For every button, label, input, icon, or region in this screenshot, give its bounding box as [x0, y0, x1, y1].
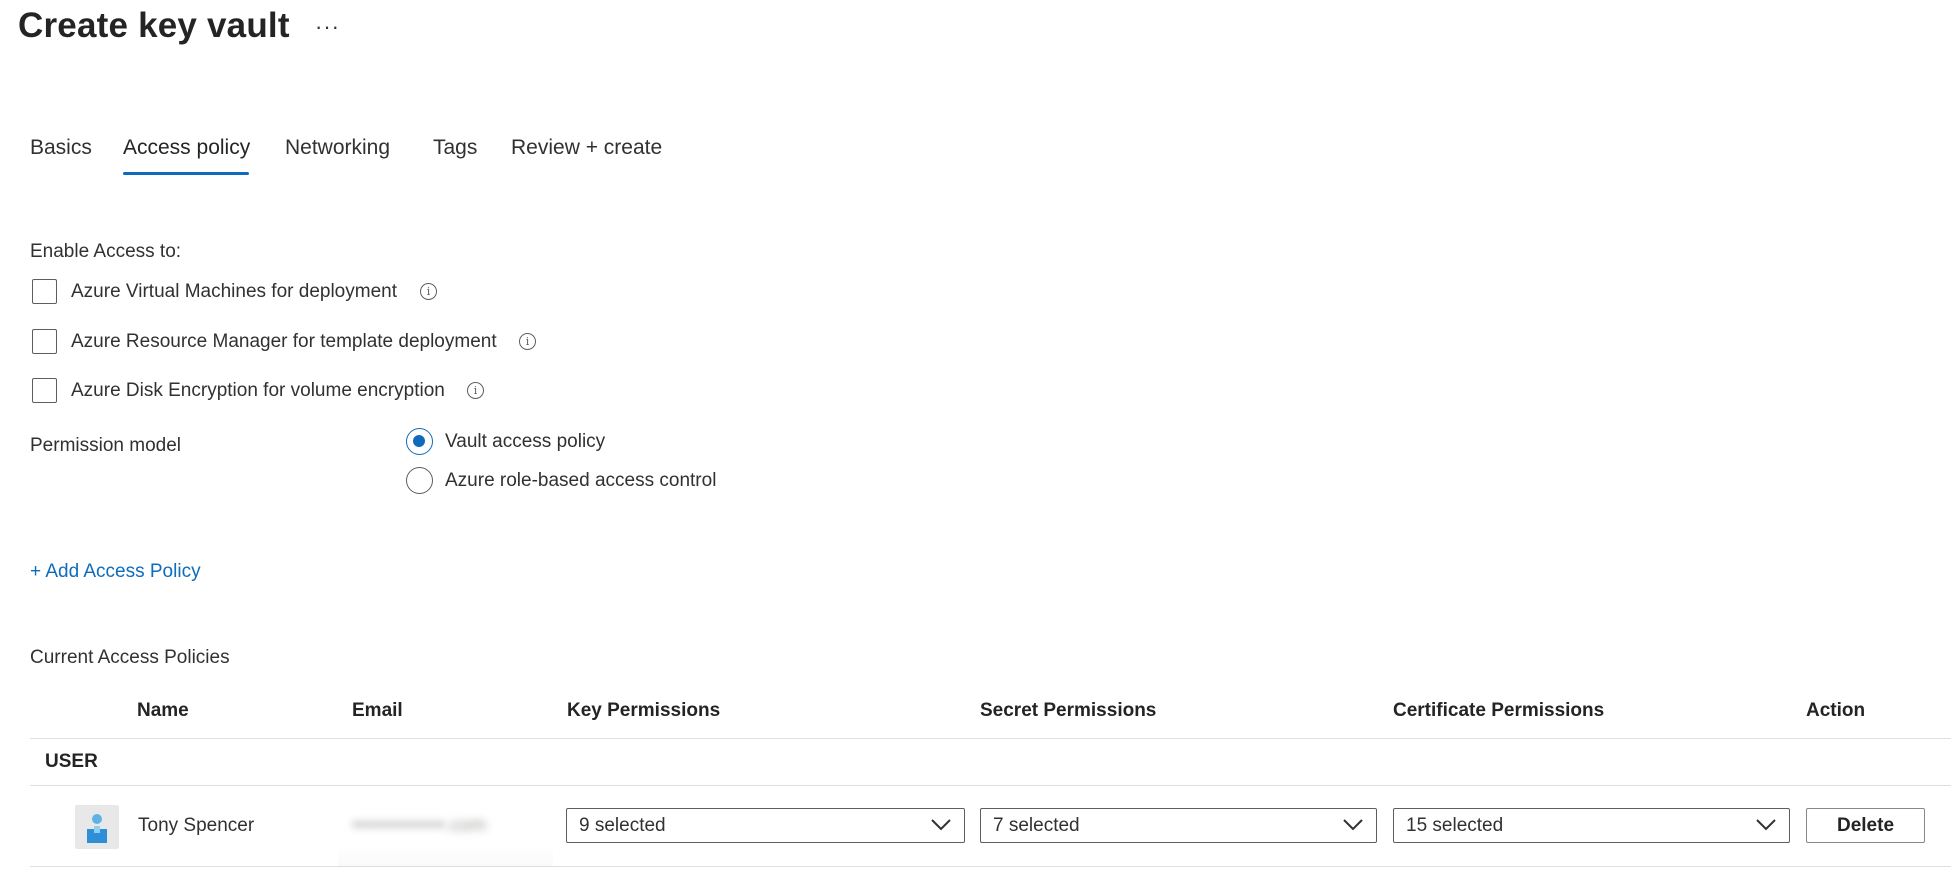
certificate-permissions-value: 15 selected: [1406, 815, 1504, 836]
tab-tags[interactable]: Tags: [433, 136, 477, 160]
email-redaction-overlay: [338, 846, 553, 866]
group-divider: [30, 785, 1951, 786]
secret-permissions-value: 7 selected: [993, 815, 1080, 836]
more-options-button[interactable]: ···: [315, 14, 340, 40]
column-header-name: Name: [137, 700, 189, 721]
current-access-policies-heading: Current Access Policies: [30, 647, 230, 668]
key-permissions-dropdown[interactable]: 9 selected: [566, 808, 965, 843]
info-icon[interactable]: i: [519, 333, 536, 350]
active-tab-indicator: [123, 172, 249, 175]
permission-model-label: Permission model: [30, 435, 181, 456]
user-avatar-icon: [75, 805, 119, 849]
add-access-policy-link[interactable]: + Add Access Policy: [30, 561, 201, 583]
column-header-key-permissions: Key Permissions: [567, 700, 721, 721]
column-header-certificate-permissions: Certificate Permissions: [1393, 700, 1605, 721]
chevron-down-icon: [1756, 819, 1776, 831]
secret-permissions-dropdown[interactable]: 7 selected: [980, 808, 1377, 843]
policy-user-name: Tony Spencer: [138, 815, 255, 836]
enable-access-heading: Enable Access to:: [30, 241, 182, 262]
checkbox-vm-deployment[interactable]: [32, 279, 57, 304]
column-header-secret-permissions: Secret Permissions: [980, 700, 1157, 721]
checkbox-arm-template-deployment[interactable]: [32, 329, 57, 354]
checkbox-label-disk-encryption: Azure Disk Encryption for volume encrypt…: [71, 380, 445, 401]
tab-review-create[interactable]: Review + create: [511, 136, 662, 160]
checkbox-label-vm-deployment: Azure Virtual Machines for deployment: [71, 281, 397, 302]
tab-networking[interactable]: Networking: [285, 136, 390, 160]
chevron-down-icon: [931, 819, 951, 831]
info-icon[interactable]: i: [467, 382, 484, 399]
page-title: Create key vault: [18, 6, 290, 45]
checkbox-label-arm-template-deployment: Azure Resource Manager for template depl…: [71, 331, 497, 352]
tab-basics[interactable]: Basics: [30, 136, 92, 160]
radio-vault-access-policy[interactable]: [406, 428, 433, 455]
delete-policy-button[interactable]: Delete: [1806, 808, 1925, 843]
key-permissions-value: 9 selected: [579, 815, 666, 836]
info-icon[interactable]: i: [420, 283, 437, 300]
tab-access-policy[interactable]: Access policy: [123, 136, 250, 160]
group-header-user: USER: [45, 751, 98, 772]
policy-user-email: ••••••••••••••.com: [352, 815, 487, 836]
certificate-permissions-dropdown[interactable]: 15 selected: [1393, 808, 1790, 843]
column-header-action: Action: [1806, 700, 1866, 721]
chevron-down-icon: [1343, 819, 1363, 831]
radio-azure-rbac[interactable]: [406, 467, 433, 494]
row-divider: [30, 866, 1951, 867]
table-header-divider: [30, 738, 1951, 739]
radio-label-azure-rbac: Azure role-based access control: [445, 470, 717, 491]
checkbox-disk-encryption[interactable]: [32, 378, 57, 403]
column-header-email: Email: [352, 700, 403, 721]
radio-label-vault-access-policy: Vault access policy: [445, 431, 606, 452]
